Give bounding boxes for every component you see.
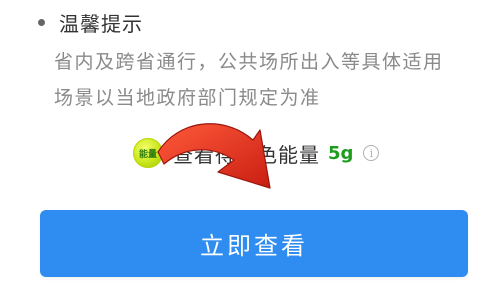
energy-badge-icon: 能量 bbox=[133, 138, 163, 168]
tips-title: 温馨提示 bbox=[59, 11, 143, 36]
tips-line-2: 场景以当地政府部门规定为准 bbox=[54, 87, 321, 109]
info-icon[interactable]: i bbox=[363, 145, 380, 161]
tips-body: 省内及跨省通行，公共场所出入等具体适用 场景以当地政府部门规定为准 bbox=[54, 44, 474, 116]
energy-amount: 5g bbox=[328, 142, 354, 164]
tips-header: 温馨提示 bbox=[24, 6, 474, 38]
tips-line-1: 省内及跨省通行，公共场所出入等具体适用 bbox=[54, 51, 444, 73]
energy-text: 查看得绿色能量 bbox=[173, 142, 320, 167]
energy-row[interactable]: 能量 查看得绿色能量 5g i bbox=[133, 135, 380, 171]
energy-badge-label: 能量 bbox=[138, 149, 157, 160]
tips-section: 温馨提示 省内及跨省通行，公共场所出入等具体适用 场景以当地政府部门规定为准 bbox=[24, 6, 474, 116]
view-now-button[interactable]: 立即查看 bbox=[40, 210, 468, 277]
bullet-dot bbox=[38, 18, 45, 26]
page: 温馨提示 省内及跨省通行，公共场所出入等具体适用 场景以当地政府部门规定为准 能… bbox=[0, 0, 500, 301]
